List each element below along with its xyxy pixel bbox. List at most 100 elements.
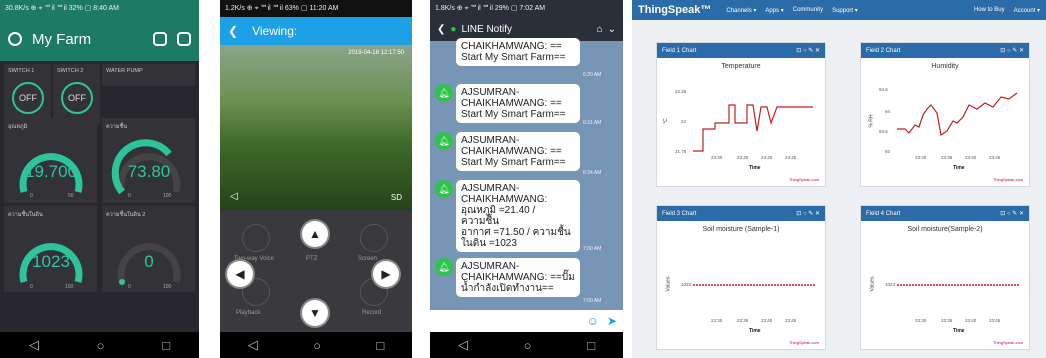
x-tick: 23:30 xyxy=(711,155,723,160)
home-nav-icon[interactable]: ○ xyxy=(97,338,105,353)
nav-account[interactable]: Account ▾ xyxy=(1014,7,1040,14)
speaker-icon[interactable]: ◁ xyxy=(230,191,238,202)
x-tick: 23:35 xyxy=(737,155,749,160)
thingspeak-logo[interactable]: ThingSpeak™ xyxy=(638,4,711,16)
blynk-panel: 30.8K/s ⊕ ⌖ ℠il ℠il 32% ▢ 8:40 AM My Far… xyxy=(0,0,199,358)
gauge-min: 0 xyxy=(128,193,131,199)
online-dot-icon: ● xyxy=(450,23,457,35)
message-time: 6:34 AM xyxy=(583,170,602,176)
recents-nav-icon[interactable]: □ xyxy=(162,338,170,353)
x-tick: 23:40 xyxy=(965,318,977,323)
ptz-down-button[interactable]: ▼ xyxy=(302,300,328,326)
control-label: PTZ xyxy=(306,256,318,262)
android-nav-bar: ◁ ○ □ xyxy=(0,332,199,358)
ptz-left-button[interactable]: ◀ xyxy=(227,261,253,287)
back-nav-icon[interactable]: ◁ xyxy=(29,337,39,353)
chart-credit[interactable]: ThingSpeak.com xyxy=(789,340,819,345)
x-tick: 23:40 xyxy=(965,155,977,160)
gauge-arc-soil-2 xyxy=(119,279,125,285)
control-label: Record xyxy=(362,310,382,316)
chart-plot xyxy=(897,284,1019,286)
thingspeak-navbar: ThingSpeak™ Channels ▾ Apps ▾ Community … xyxy=(632,0,1046,20)
gauge-min: 0 xyxy=(30,284,33,290)
send-icon[interactable]: ➤ xyxy=(607,314,617,328)
chat-title: LINE Notify xyxy=(461,23,513,35)
back-nav-icon[interactable]: ◁ xyxy=(248,337,258,353)
camera-viewer-panel: 1.2K/s ⊕ ⌖ ℠il ℠il 63% ▢ 11:20 AM ❮ Viewi… xyxy=(220,0,412,358)
emoji-icon[interactable]: ☺ xyxy=(587,314,599,328)
dropdown-icon[interactable]: ⌄ xyxy=(608,24,616,35)
gauge-max: 100 xyxy=(163,284,172,290)
bell-icon: 🔔︎ xyxy=(435,258,453,276)
status-text: 1.2K/s ⊕ ⌖ ℠il ℠il 63% ▢ 11:20 AM xyxy=(225,5,339,12)
x-tick: 23:40 xyxy=(761,155,773,160)
android-nav-bar: ◁ ○ □ xyxy=(220,332,412,358)
recents-nav-icon[interactable]: □ xyxy=(376,338,384,353)
chart-credit[interactable]: ThingSpeak.com xyxy=(993,340,1023,345)
home-nav-icon[interactable]: ○ xyxy=(524,338,532,353)
screenshot-icon[interactable] xyxy=(360,224,388,252)
chart-plot xyxy=(693,284,815,286)
recents-nav-icon[interactable]: □ xyxy=(587,338,595,353)
x-tick: 23:35 xyxy=(737,318,749,323)
gauge-min: 0 xyxy=(30,193,33,199)
back-nav-icon[interactable]: ◁ xyxy=(458,337,468,353)
gauge-value: 1023 xyxy=(32,252,70,271)
voice-icon[interactable] xyxy=(242,224,270,252)
message-time: 7:00 AM xyxy=(583,246,602,252)
x-tick: 23:45 xyxy=(989,318,1001,323)
x-tick: 23:30 xyxy=(915,318,927,323)
bell-icon: 🔔︎ xyxy=(435,84,453,102)
x-tick: 23:45 xyxy=(785,155,797,160)
chart-credit[interactable]: ThingSpeak.com xyxy=(993,177,1023,182)
home-icon[interactable]: ⌂ xyxy=(597,24,603,35)
video-timestamp: 2019-04-18 12:17:50 xyxy=(348,50,404,56)
x-tick: 23:35 xyxy=(941,318,953,323)
message-input[interactable]: ☺ ➤ xyxy=(430,310,623,332)
ptz-right-button[interactable]: ▶ xyxy=(373,261,399,287)
ptz-up-button[interactable]: ▲ xyxy=(302,221,328,247)
chart-card-4: Field 4 Chart ⊡ ○ ✎ ✕ Soil moisture(Sampl… xyxy=(860,205,1030,350)
nav-support[interactable]: Support ▾ xyxy=(832,7,858,14)
nav-apps[interactable]: Apps ▾ xyxy=(765,7,783,14)
home-nav-icon[interactable]: ○ xyxy=(313,338,321,353)
chat-message: AJSUMRAN- CHAIKHAMWANG: == Start My Smar… xyxy=(456,132,580,171)
x-axis-label: Time xyxy=(749,328,761,334)
nav-how-to-buy[interactable]: How to Buy xyxy=(974,7,1005,13)
line-notify-panel: 1.8K/s ⊕ ⌖ ℠il ℠il 29% ▢ 7:02 AM ❮ ● LINE … xyxy=(430,0,623,358)
bell-icon: 🔔︎ xyxy=(435,180,453,198)
bell-icon: 🔔︎ xyxy=(435,132,453,150)
chat-message: AJSUMRAN- CHAIKHAMWANG: ==ปั๊ม น้ำกำลังเ… xyxy=(456,258,580,297)
status-bar: 1.2K/s ⊕ ⌖ ℠il ℠il 63% ▢ 11:20 AM xyxy=(220,0,412,17)
control-label: Playback xyxy=(236,310,261,316)
message-time: 7:00 AM xyxy=(583,298,602,304)
chat-message: AJSUMRAN- CHAIKHAMWANG: อุณหภูมิ =21.40 … xyxy=(456,180,580,252)
x-tick: 23:30 xyxy=(711,318,723,323)
x-axis-label: Time xyxy=(953,165,965,171)
x-tick: 23:45 xyxy=(785,318,797,323)
x-tick: 23:40 xyxy=(761,318,773,323)
back-icon[interactable]: ❮ xyxy=(228,24,238,38)
gauge-value: 73.80 xyxy=(127,162,171,181)
gauge-min: 0 xyxy=(128,284,131,290)
thingspeak-panel: ThingSpeak™ Channels ▾ Apps ▾ Community … xyxy=(632,0,1046,358)
x-tick: 23:45 xyxy=(989,155,1001,160)
gauge-value: 19.700 xyxy=(25,162,77,181)
nav-community[interactable]: Community xyxy=(793,7,823,13)
back-icon[interactable]: ❮ xyxy=(437,24,445,35)
chat-message: CHAIKHAMWANG: == Start My Smart Farm== xyxy=(456,38,580,66)
chart-credit[interactable]: ThingSpeak.com xyxy=(789,177,819,182)
message-time: 6:20 AM xyxy=(583,72,602,78)
gauge-max: 100 xyxy=(65,284,74,290)
chat-message: AJSUMRAN- CHAIKHAMWANG: == Start My Smar… xyxy=(456,84,580,123)
chart-plot xyxy=(693,104,813,152)
sd-label[interactable]: SD xyxy=(391,193,402,202)
message-time: 6:31 AM xyxy=(583,120,602,126)
x-axis-label: Time xyxy=(953,328,965,334)
chart-card-1: Field 1 Chart ⊡ ○ ✎ ✕ Temperature 22.25 2… xyxy=(656,42,826,187)
camera-video[interactable]: 2019-04-18 12:17:50 ◁ SD xyxy=(220,45,412,210)
gauge-max: 100 xyxy=(163,193,172,199)
x-tick: 23:35 xyxy=(941,155,953,160)
nav-channels[interactable]: Channels ▾ xyxy=(726,7,756,14)
control-label: Screen xyxy=(358,256,378,262)
